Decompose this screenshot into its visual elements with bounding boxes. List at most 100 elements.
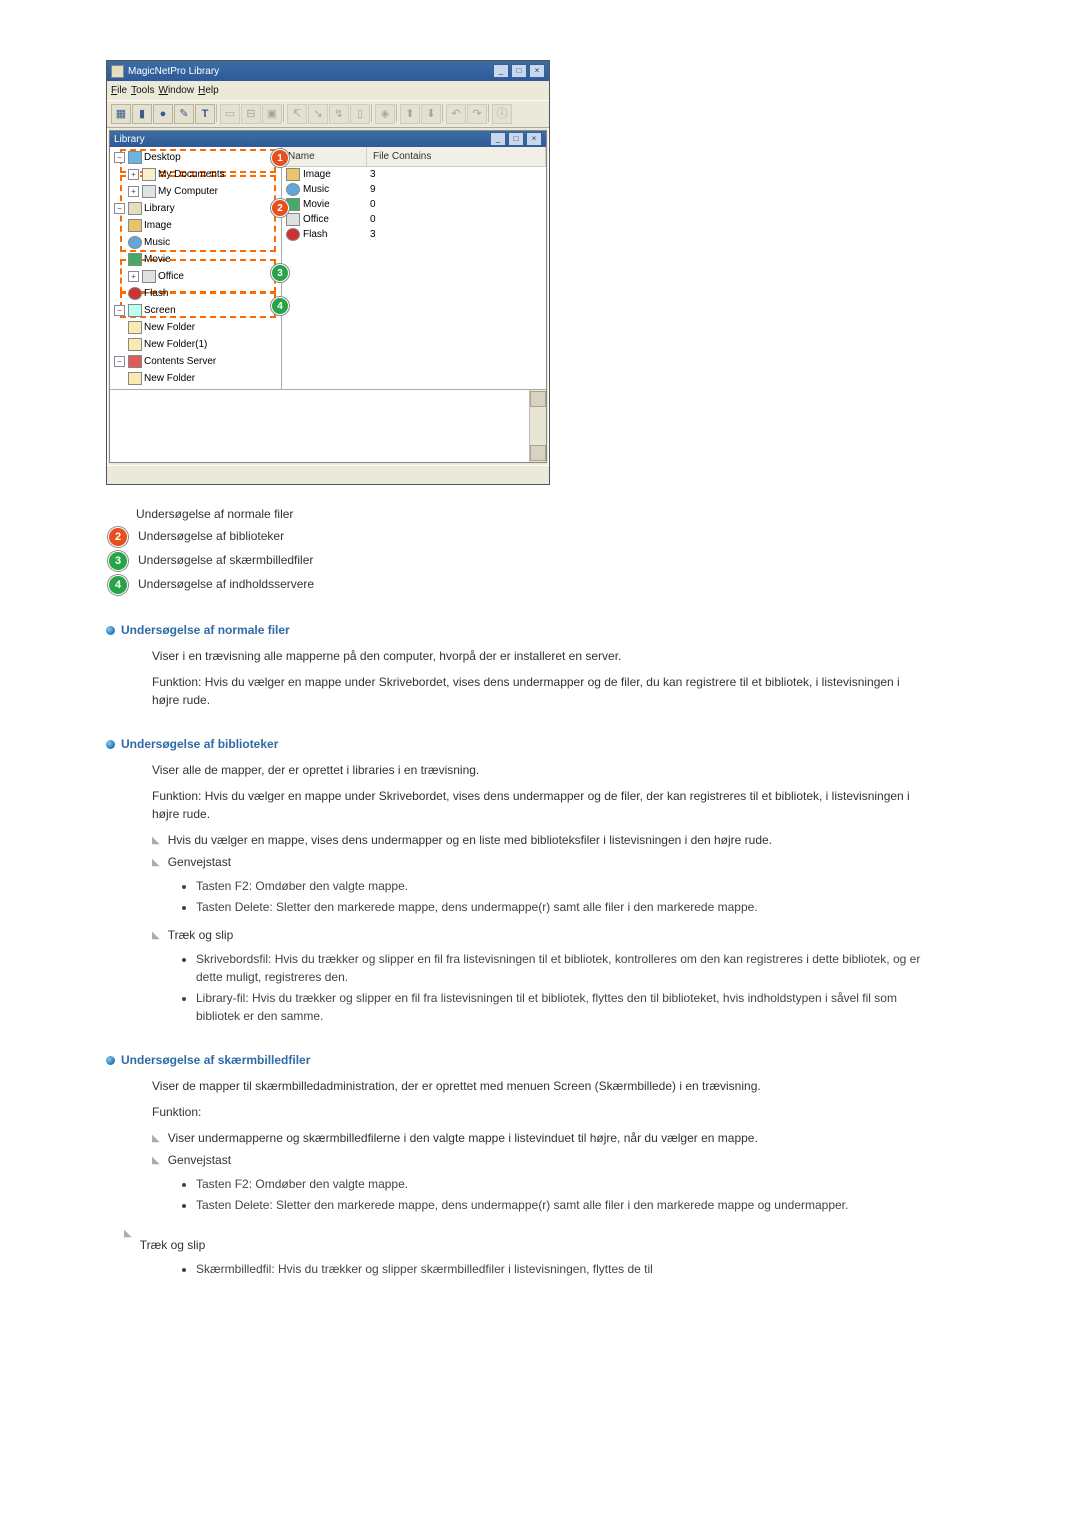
tool-10[interactable]: ↘ bbox=[308, 104, 328, 124]
tool-undo[interactable]: ↶ bbox=[446, 104, 466, 124]
cell-name: Movie bbox=[303, 197, 330, 212]
collapse-icon[interactable]: − bbox=[114, 356, 125, 367]
image-icon bbox=[128, 219, 142, 232]
tool-12[interactable]: ▯ bbox=[350, 104, 370, 124]
sub-text: Viser undermapperne og skærmbilledfilern… bbox=[168, 1129, 926, 1147]
tool-6[interactable]: ▭ bbox=[220, 104, 240, 124]
scroll-down-button[interactable] bbox=[530, 445, 546, 461]
tree-label: My Computer bbox=[158, 184, 218, 199]
scrollbar[interactable] bbox=[529, 390, 546, 462]
expand-icon[interactable]: + bbox=[128, 186, 139, 197]
collapse-icon[interactable]: − bbox=[114, 305, 125, 316]
inner-window: Library _ □ × 1 2 3 4 bbox=[109, 130, 547, 463]
toolbar-separator bbox=[396, 104, 399, 122]
cell-count: 3 bbox=[370, 227, 546, 242]
close-button[interactable]: × bbox=[529, 64, 545, 78]
tree-mycomputer[interactable]: + My Computer bbox=[128, 183, 279, 200]
statusbar bbox=[107, 465, 549, 484]
menu-window[interactable]: Window bbox=[158, 83, 194, 98]
scroll-up-button[interactable] bbox=[530, 391, 546, 407]
collapse-icon[interactable]: − bbox=[114, 152, 125, 163]
tree-newfolder[interactable]: New Folder bbox=[128, 319, 279, 336]
tool-1[interactable]: ▦ bbox=[111, 104, 131, 124]
tool-redo[interactable]: ↷ bbox=[467, 104, 487, 124]
tree-label: New Folder bbox=[144, 371, 195, 386]
arrow-icon: ◣ bbox=[152, 855, 160, 871]
tool-11[interactable]: ↯ bbox=[329, 104, 349, 124]
tree-music[interactable]: Music bbox=[128, 234, 279, 251]
list-row[interactable]: Music9 bbox=[282, 182, 546, 197]
desktop-icon bbox=[128, 151, 142, 164]
section-heading-3: Undersøgelse af skærmbilledfiler bbox=[106, 1051, 926, 1069]
article: Undersøgelse af normale filer Viser i en… bbox=[106, 621, 926, 1278]
cell-count: 0 bbox=[370, 212, 546, 227]
titlebar: MagicNetPro Library _ □ × bbox=[107, 61, 549, 81]
collapse-icon[interactable]: − bbox=[114, 203, 125, 214]
tree-label: New Folder bbox=[144, 320, 195, 335]
list-row[interactable]: Flash3 bbox=[282, 227, 546, 242]
tool-info[interactable]: ⓘ bbox=[492, 104, 512, 124]
list-row[interactable]: Image3 bbox=[282, 167, 546, 182]
sub-text: Genvejstast bbox=[168, 853, 926, 871]
tree-contents-server[interactable]: −Contents Server bbox=[114, 353, 279, 370]
legend-badge-2: 2 bbox=[108, 527, 128, 547]
minimize-button[interactable]: _ bbox=[493, 64, 509, 78]
flash-icon bbox=[286, 228, 300, 241]
cell-name: Office bbox=[303, 212, 329, 227]
menu-file[interactable]: File bbox=[111, 83, 127, 98]
section-title: Undersøgelse af biblioteker bbox=[121, 735, 278, 753]
col-filecontains[interactable]: File Contains bbox=[367, 147, 546, 166]
tree-mydocuments[interactable]: +My Documents bbox=[128, 166, 279, 183]
toolbar-separator bbox=[283, 104, 286, 122]
tree-screen[interactable]: −Screen bbox=[114, 302, 279, 319]
tree-library[interactable]: −Library bbox=[114, 200, 279, 217]
list-row[interactable]: Office 0 bbox=[282, 212, 546, 227]
maximize-button[interactable]: □ bbox=[511, 64, 527, 78]
tree-newfolder1[interactable]: New Folder(1) bbox=[128, 336, 279, 353]
tool-14[interactable]: ⬆ bbox=[400, 104, 420, 124]
sub-text: Genvejstast bbox=[168, 1151, 926, 1169]
tree-flash[interactable]: Flash bbox=[128, 285, 279, 302]
inner-maximize-button[interactable]: □ bbox=[508, 132, 524, 146]
tool-9[interactable]: ↸ bbox=[287, 104, 307, 124]
list-body: Image3 Music9 Movie0 Office 0 Flash3 bbox=[282, 167, 546, 242]
legend-item-2: 2 Undersøgelse af biblioteker bbox=[108, 527, 368, 547]
tree-desktop[interactable]: − Desktop bbox=[114, 149, 279, 166]
list-row[interactable]: Movie0 bbox=[282, 197, 546, 212]
tool-7[interactable]: ⊟ bbox=[241, 104, 261, 124]
tree-label: Image bbox=[144, 218, 172, 233]
col-name[interactable]: Name bbox=[282, 147, 367, 166]
expand-icon[interactable]: + bbox=[128, 271, 139, 282]
section-heading-1: Undersøgelse af normale filer bbox=[106, 621, 926, 639]
sub-item: ◣Genvejstast bbox=[152, 1151, 926, 1169]
arrow-icon: ◣ bbox=[152, 833, 160, 849]
tree-label: Desktop bbox=[144, 150, 181, 165]
tree-newfolder-cs[interactable]: New Folder bbox=[128, 370, 279, 387]
bottom-pane bbox=[110, 389, 546, 462]
tool-4[interactable]: ✎ bbox=[174, 104, 194, 124]
paragraph: Viser de mapper til skærmbilledadministr… bbox=[152, 1077, 926, 1095]
tool-13[interactable]: ◈ bbox=[375, 104, 395, 124]
tool-text[interactable]: T bbox=[195, 104, 215, 124]
inner-minimize-button[interactable]: _ bbox=[490, 132, 506, 146]
flash-icon bbox=[128, 287, 142, 300]
tree-office[interactable]: +Office bbox=[128, 268, 279, 285]
tree-image[interactable]: Image bbox=[128, 217, 279, 234]
menu-tools[interactable]: Tools bbox=[131, 83, 154, 98]
expand-icon[interactable]: + bbox=[128, 169, 139, 180]
tree-movie[interactable]: Movie bbox=[128, 251, 279, 268]
tool-15[interactable]: ⬇ bbox=[421, 104, 441, 124]
tool-3[interactable]: ● bbox=[153, 104, 173, 124]
tool-8[interactable]: ▣ bbox=[262, 104, 282, 124]
inner-close-button[interactable]: × bbox=[526, 132, 542, 146]
office-icon bbox=[286, 213, 300, 226]
list-header: Name File Contains bbox=[282, 147, 546, 167]
menu-help[interactable]: Help bbox=[198, 83, 219, 98]
legend-item-4: 4 Undersøgelse af indholdsservere bbox=[108, 575, 368, 595]
tool-2[interactable]: ▮ bbox=[132, 104, 152, 124]
folder-icon bbox=[128, 372, 142, 385]
folder-icon bbox=[142, 168, 156, 181]
section-body-2: Viser alle de mapper, der er oprettet i … bbox=[152, 761, 926, 1025]
folder-icon bbox=[128, 338, 142, 351]
cell-count: 9 bbox=[370, 182, 546, 197]
